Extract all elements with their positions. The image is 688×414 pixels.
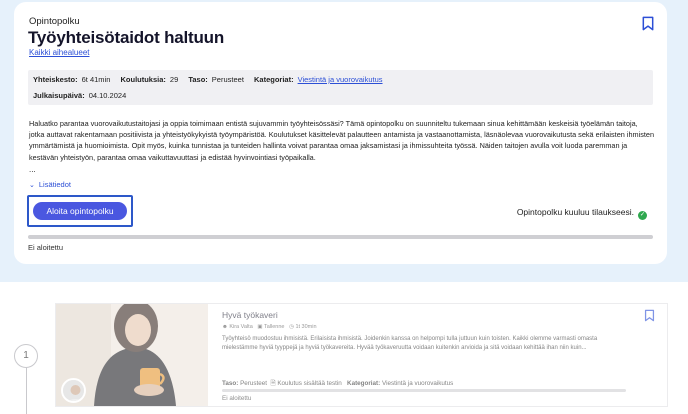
recording-icon: ▣: [257, 324, 263, 330]
level-label: Taso:: [188, 75, 208, 84]
course-bookmark-icon[interactable]: [644, 309, 655, 322]
categories-label: Kategoriat:: [254, 75, 294, 84]
learning-path-card: Opintopolku Työyhteisötaidot haltuun Kai…: [14, 2, 667, 264]
duration-value: 6t 41min: [81, 75, 111, 84]
step-number: 1: [14, 344, 38, 368]
published-label: Julkaisupäivä:: [33, 91, 85, 100]
subscription-note: Opintopolku kuuluu tilaukseesi. ✓: [517, 207, 647, 220]
subscription-note-text: Opintopolku kuuluu tilaukseesi.: [516, 207, 634, 217]
meta-info-box: Yhteiskesto: 6t 41min Koulutuksia: 29 Taso…: [28, 70, 653, 105]
course-categories-label: Kategoriat:: [347, 380, 381, 387]
path-eyebrow: Opintopolku: [29, 16, 80, 27]
course-title: Hyvä työkaveri: [222, 310, 278, 320]
course-categories-value: Viestintä ja vuorovaikutus: [382, 380, 454, 387]
published-value: 04.10.2024: [88, 91, 127, 100]
course-duration: 1t 30min: [295, 324, 317, 330]
check-icon: ✓: [638, 211, 647, 220]
progress-status: Ei aloitettu: [28, 243, 64, 252]
description-ellipsis: ...: [29, 165, 36, 174]
author-icon: ☻: [222, 324, 228, 330]
path-description: Haluatko parantaa vuorovaikutustaitojasi…: [29, 119, 655, 162]
course-tags: Taso: Perusteet 🗎 Koulutus sisältää test…: [222, 378, 453, 389]
duration-label: Yhteiskesto:: [33, 75, 78, 84]
level-value: Perusteet: [211, 75, 244, 84]
course-level-label: Taso:: [222, 380, 239, 387]
category-link[interactable]: Viestintä ja vuorovaikutus: [298, 75, 383, 84]
courses-label: Koulutuksia:: [120, 75, 166, 84]
meta-row-1: Yhteiskesto: 6t 41min Koulutuksia: 29 Taso…: [33, 75, 383, 84]
clock-icon: ◷: [289, 324, 294, 330]
chevron-down-icon: ⌄: [29, 182, 35, 189]
course-meta: ☻ Kira Valta ▣ Tallenne ◷ 1t 30min: [222, 324, 317, 330]
all-topics-link[interactable]: Kaikki aihealueet: [29, 48, 89, 57]
course-card[interactable]: Hyvä työkaveri ☻ Kira Valta ▣ Tallenne ◷…: [55, 303, 668, 407]
bookmark-icon[interactable]: [641, 16, 655, 31]
document-icon: 🗎: [270, 380, 276, 387]
course-level-value: Perusteet: [240, 380, 268, 387]
course-test-note: Koulutus sisältää testin: [277, 380, 342, 387]
start-button-focus-ring: Aloita opintopolku: [27, 195, 133, 227]
course-author: Kira Valta: [229, 324, 253, 330]
more-info-toggle[interactable]: ⌄ Lisätiedot: [29, 180, 71, 189]
course-description: Työyhteisö muodostuu ihmisistä. Erilaisi…: [222, 336, 598, 351]
step-connector: [26, 366, 27, 414]
progress-bar: [28, 235, 653, 239]
courses-value: 29: [169, 75, 179, 84]
author-avatar: [61, 378, 86, 403]
course-image: [56, 304, 208, 406]
course-type: Tallenne: [264, 324, 285, 330]
start-path-button[interactable]: Aloita opintopolku: [33, 202, 127, 220]
course-progress-bar: [222, 389, 626, 392]
meta-row-2: Julkaisupäivä: 04.10.2024: [33, 91, 126, 100]
course-status: Ei aloitettu: [222, 395, 252, 402]
page-title: Työyhteisötaidot haltuun: [28, 28, 225, 47]
more-info-label: Lisätiedot: [38, 180, 71, 189]
